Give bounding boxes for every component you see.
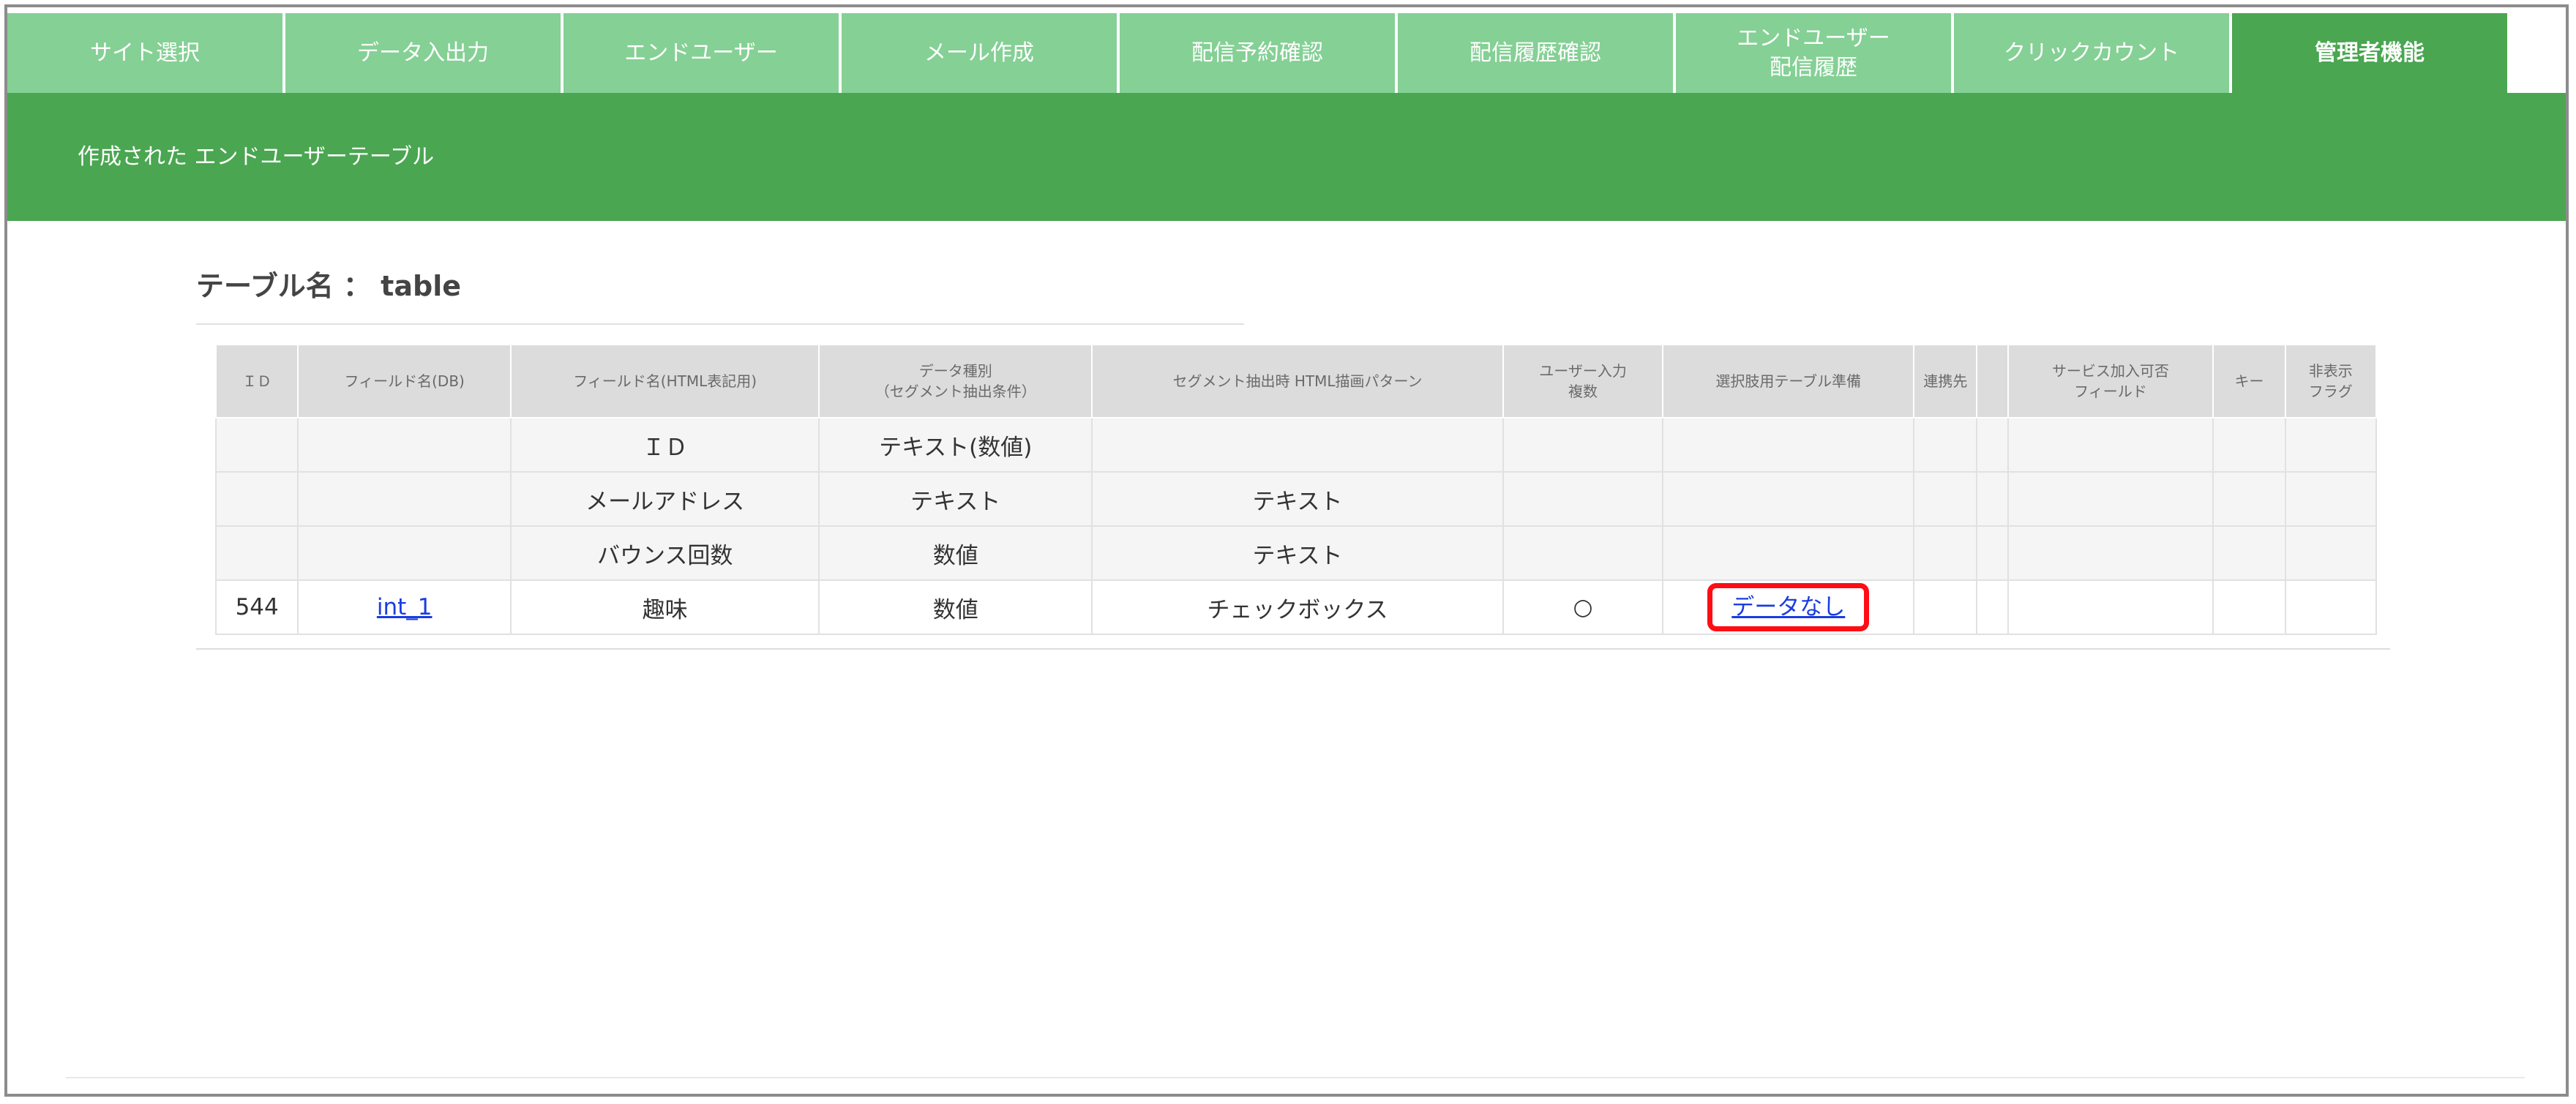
col-header-field-html: フィールド名(HTML表記用) [510, 344, 820, 418]
tab-label: データ入出力 [357, 40, 489, 66]
tab-label: サイト選択 [90, 40, 200, 66]
cell-data-type: テキスト(数値) [818, 417, 1093, 473]
col-header-user-input-multi: ユーザー入力 複数 [1502, 344, 1664, 418]
nav-spacer [2507, 13, 2566, 93]
table-row: バウンス回数 数値 テキスト [214, 525, 2378, 581]
cell-service-field [2007, 471, 2214, 527]
cell-field-html: 趣味 [510, 579, 820, 635]
cell-key [2212, 579, 2286, 635]
tab-label: 配信予約確認 [1191, 40, 1323, 66]
tab-reservation-check[interactable]: 配信予約確認 [1120, 13, 1398, 93]
cell-choice-table [1662, 525, 1915, 581]
cell-id: 544 [214, 579, 299, 635]
tab-admin[interactable]: 管理者機能 [2232, 13, 2507, 93]
cell-link-target [1913, 525, 1978, 581]
cell-user-input-multi [1502, 417, 1664, 473]
cell-key [2212, 417, 2286, 473]
col-header-data-type: データ種別 （セグメント抽出条件） [818, 344, 1093, 418]
tab-label-line2: 配信履歴 [1770, 54, 1857, 80]
col-header-service-field: サービス加入可否 フィールド [2007, 344, 2214, 418]
table-name-heading: テーブル名 ： table [196, 270, 461, 302]
cell-field-html: ＩＤ [510, 417, 820, 473]
cell-data-type: 数値 [818, 579, 1093, 635]
tab-label: 管理者機能 [2315, 40, 2425, 66]
col-header-blank [1976, 344, 2009, 418]
cell-render-pattern [1091, 417, 1504, 473]
footer-divider [66, 1077, 2525, 1078]
cell-field-db [297, 417, 512, 473]
cell-render-pattern: チェックボックス [1091, 579, 1504, 635]
table-row: メールアドレス テキスト テキスト [214, 471, 2378, 527]
field-db-link[interactable]: int_1 [377, 594, 433, 620]
cell-blank [1976, 417, 2009, 473]
top-nav: サイト選択 データ入出力 エンドユーザー メール作成 配信予約確認 配信履歴確認… [7, 13, 2566, 93]
table-header-row: ＩＤ フィールド名(DB) フィールド名(HTML表記用) データ種別 （セグメン… [214, 344, 2378, 418]
cell-hidden-flag [2284, 525, 2378, 581]
highlight-box: データなし [1707, 583, 1870, 631]
tab-label: エンドユーザー [624, 40, 778, 66]
tab-mail-create[interactable]: メール作成 [842, 13, 1120, 93]
cell-link-target [1913, 579, 1978, 635]
table-row: 544 int_1 趣味 数値 チェックボックス ○ データなし [214, 579, 2378, 635]
cell-hidden-flag [2284, 579, 2378, 635]
tab-site-select[interactable]: サイト選択 [7, 13, 285, 93]
tab-data-io[interactable]: データ入出力 [285, 13, 564, 93]
cell-link-target [1913, 417, 1978, 473]
cell-choice-table [1662, 417, 1915, 473]
cell-choice-table [1662, 471, 1915, 527]
col-header-render-pattern: セグメント抽出時 HTML描画パターン [1091, 344, 1504, 418]
tab-label: エンドユーザー [1737, 25, 1890, 51]
cell-render-pattern: テキスト [1091, 525, 1504, 581]
tab-history-check[interactable]: 配信履歴確認 [1398, 13, 1676, 93]
cell-render-pattern: テキスト [1091, 471, 1504, 527]
cell-blank [1976, 525, 2009, 581]
col-header-key: キー [2212, 344, 2286, 418]
col-header-hidden-flag: 非表示 フラグ [2284, 344, 2378, 418]
cell-service-field [2007, 525, 2214, 581]
cell-field-db [297, 471, 512, 527]
cell-user-input-multi: ○ [1502, 579, 1664, 635]
tab-label: 配信履歴確認 [1469, 40, 1601, 66]
cell-blank [1976, 471, 2009, 527]
cell-service-field [2007, 417, 2214, 473]
tab-label: クリックカウント [2004, 40, 2179, 66]
cell-hidden-flag [2284, 417, 2378, 473]
divider [196, 323, 1244, 325]
page-title: 作成された エンドユーザーテーブル [78, 144, 435, 170]
cell-field-db: int_1 [297, 579, 512, 635]
cell-id [214, 525, 299, 581]
cell-field-html: バウンス回数 [510, 525, 820, 581]
tab-end-user-history[interactable]: エンドユーザー 配信履歴 [1676, 13, 1954, 93]
cell-choice-table: データなし [1662, 579, 1915, 635]
cell-data-type: テキスト [818, 471, 1093, 527]
divider [196, 648, 2390, 650]
cell-key [2212, 471, 2286, 527]
cell-user-input-multi [1502, 525, 1664, 581]
cell-service-field [2007, 579, 2214, 635]
cell-field-html: メールアドレス [510, 471, 820, 527]
cell-link-target [1913, 471, 1978, 527]
tab-label: メール作成 [924, 40, 1034, 66]
table-row: ＩＤ テキスト(数値) [214, 417, 2378, 473]
cell-hidden-flag [2284, 471, 2378, 527]
col-header-id: ＩＤ [214, 344, 299, 418]
cell-data-type: 数値 [818, 525, 1093, 581]
col-header-link-target: 連携先 [1913, 344, 1978, 418]
no-data-link[interactable]: データなし [1731, 594, 1845, 620]
cell-id [214, 471, 299, 527]
tab-end-user[interactable]: エンドユーザー [564, 13, 842, 93]
window-frame: サイト選択 データ入出力 エンドユーザー メール作成 配信予約確認 配信履歴確認… [4, 4, 2569, 1097]
col-header-field-db: フィールド名(DB) [297, 344, 512, 418]
cell-key [2212, 525, 2286, 581]
fields-table-container: ＩＤ フィールド名(DB) フィールド名(HTML表記用) データ種別 （セグメン… [214, 344, 2378, 635]
col-header-choice-table: 選択肢用テーブル準備 [1662, 344, 1915, 418]
tab-click-count[interactable]: クリックカウント [1954, 13, 2232, 93]
cell-user-input-multi [1502, 471, 1664, 527]
cell-blank [1976, 579, 2009, 635]
cell-id [214, 417, 299, 473]
cell-field-db [297, 525, 512, 581]
fields-table: ＩＤ フィールド名(DB) フィールド名(HTML表記用) データ種別 （セグメン… [214, 344, 2378, 635]
page-header: 作成された エンドユーザーテーブル [7, 93, 2566, 221]
